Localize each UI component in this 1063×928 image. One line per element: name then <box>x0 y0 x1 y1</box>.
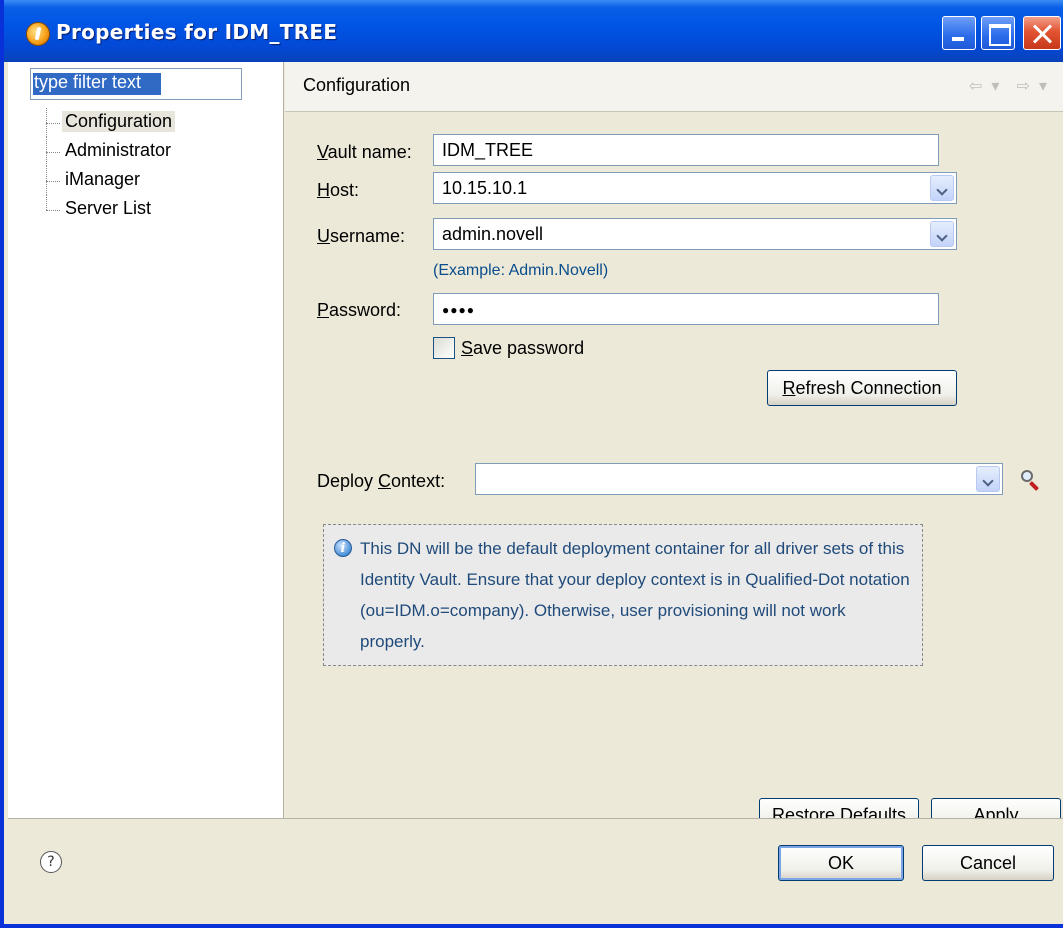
close-button[interactable] <box>1023 16 1061 50</box>
maximize-button[interactable] <box>981 16 1015 50</box>
deploy-context-combo[interactable] <box>475 463 1003 495</box>
deploy-context-dropdown-icon[interactable] <box>976 466 1000 492</box>
nav-arrows: ⇦ ▾ ⇨ ▾ <box>961 76 1049 95</box>
tree-connector <box>46 181 60 182</box>
tree-item-label: iManager <box>65 169 141 189</box>
host-value: 10.15.10.1 <box>442 178 528 198</box>
vault-name-input[interactable]: IDM_TREE <box>433 134 939 166</box>
minimize-button[interactable] <box>942 16 976 50</box>
page-content: Configuration ⇦ ▾ ⇨ ▾ Vault name: IDM_TR… <box>285 62 1063 832</box>
username-combo[interactable]: admin.novell <box>433 218 957 250</box>
username-dropdown-icon[interactable] <box>930 221 954 247</box>
title-bar[interactable]: Properties for IDM_TREE <box>4 0 1063 62</box>
save-password-label: Save password <box>461 338 585 358</box>
tree-item-server-list[interactable]: Server List <box>8 195 284 224</box>
username-label: Username: <box>317 226 406 246</box>
vault-name-label: Vault name: <box>317 142 412 162</box>
tree-item-administrator[interactable]: Administrator <box>8 137 284 166</box>
ok-button[interactable]: OK <box>778 845 904 881</box>
host-combo[interactable]: 10.15.10.1 <box>433 172 957 204</box>
help-icon[interactable]: ? <box>40 851 62 873</box>
back-arrow-icon[interactable]: ⇦ ▾ <box>969 76 1002 95</box>
search-icon[interactable] <box>1019 468 1043 492</box>
deploy-context-info: i This DN will be the default deployment… <box>323 524 923 666</box>
tree-connector <box>46 195 47 210</box>
dialog-button-bar: ? OK Cancel <box>8 818 1063 924</box>
tree-item-label: Administrator <box>65 140 172 160</box>
username-value: admin.novell <box>442 224 544 244</box>
tree-item-label: Server List <box>65 198 152 218</box>
password-label: Password: <box>317 300 402 320</box>
save-password-checkbox[interactable] <box>433 337 455 359</box>
vault-name-value: IDM_TREE <box>442 140 534 160</box>
tree-item-imanager[interactable]: iManager <box>8 166 284 195</box>
refresh-connection-button[interactable]: Refresh Connection <box>767 370 957 406</box>
forward-arrow-icon[interactable]: ⇨ ▾ <box>1016 76 1049 95</box>
deploy-context-label: Deploy Context: <box>317 471 446 491</box>
info-icon: i <box>334 539 352 557</box>
preference-tree: Configuration Administrator iManager Ser… <box>8 108 284 224</box>
info-text: This DN will be the default deployment c… <box>360 539 910 651</box>
window-title: Properties for IDM_TREE <box>56 20 338 44</box>
search-icon-handle <box>1029 481 1039 491</box>
password-value: ●●●● <box>442 303 475 317</box>
tree-item-configuration[interactable]: Configuration <box>8 108 284 137</box>
page-header: Configuration ⇦ ▾ ⇨ ▾ <box>285 62 1063 112</box>
filter-input[interactable] <box>30 68 242 100</box>
tree-connector <box>46 152 60 153</box>
tree-connector <box>46 123 60 124</box>
password-input[interactable]: ●●●● <box>433 293 939 325</box>
host-label: Host: <box>317 180 360 200</box>
sidebar: type filter text Configuration Administr… <box>8 62 284 818</box>
properties-dialog: Properties for IDM_TREE type filter text… <box>0 0 1063 928</box>
tree-connector <box>46 210 60 211</box>
tree-item-label: Configuration <box>62 111 176 132</box>
app-icon <box>26 22 50 46</box>
host-dropdown-icon[interactable] <box>930 175 954 201</box>
cancel-button[interactable]: Cancel <box>922 845 1054 881</box>
username-hint: (Example: Admin.Novell) <box>433 262 609 279</box>
page-title: Configuration <box>303 75 411 95</box>
